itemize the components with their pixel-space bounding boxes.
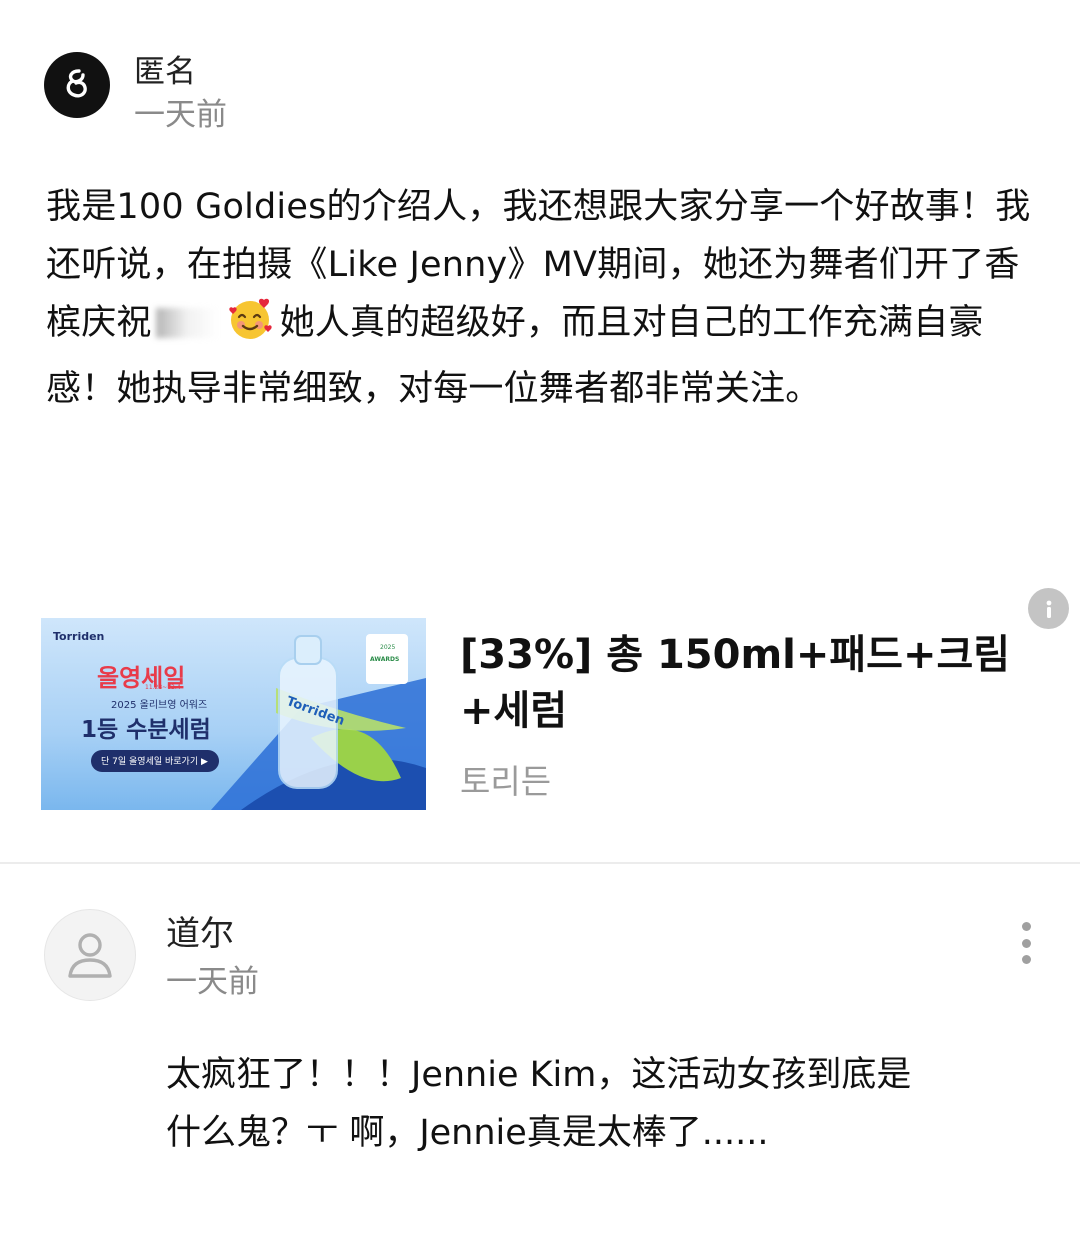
info-icon xyxy=(1046,600,1051,618)
banner-badge-year: 2025 xyxy=(380,644,396,651)
banner-headline: 1등 수분세럼 xyxy=(81,717,211,743)
banner-badge: AWARDS xyxy=(370,656,400,663)
comment-author-name[interactable]: 道尔 xyxy=(166,912,234,956)
post-timestamp: 一天前 xyxy=(134,97,227,133)
post-body: 我是100 Goldies的介绍人，我还想跟大家分享一个好故事！我还听说，在拍摄… xyxy=(46,178,1036,418)
ad-title[interactable]: [33%] 총 150ml+패드+크림+세럼 xyxy=(460,627,1020,739)
more-dot xyxy=(1021,955,1031,964)
banner-sale-dates: 11.28~12.4 xyxy=(145,684,181,691)
banner-award-year: 2025 올리브영 어워즈 xyxy=(111,700,208,711)
blurred-region xyxy=(155,308,218,338)
user-placeholder-icon xyxy=(68,933,112,978)
divider xyxy=(0,862,1080,864)
banner-cta[interactable]: 단 7일 올영세일 바로가기 ▶ xyxy=(101,754,208,767)
ad-info-button[interactable] xyxy=(1028,588,1069,629)
post-avatar[interactable] xyxy=(44,52,110,118)
comment-timestamp: 一天前 xyxy=(166,964,259,1000)
more-vertical-icon[interactable] xyxy=(1011,922,1041,964)
more-dot xyxy=(1021,922,1031,931)
anonymous-logo-icon xyxy=(66,69,87,98)
post-author-name[interactable]: 匿名 xyxy=(134,52,196,92)
ad-brand[interactable]: 토리든 xyxy=(460,755,551,803)
comment-avatar[interactable] xyxy=(44,909,136,1001)
more-dot xyxy=(1021,938,1031,948)
banner-logo: Torriden xyxy=(53,630,105,643)
comment-body: 太疯狂了！！！Jennie Kim，这活动女孩到底是什么鬼？ㅜ 啊，Jennie… xyxy=(166,1055,912,1153)
ad-banner-image[interactable]: Torriden 올영세일 11.28~12.4 2025 올리브영 어워즈 1… xyxy=(41,618,426,810)
smiling-face-with-hearts-icon xyxy=(228,296,274,360)
